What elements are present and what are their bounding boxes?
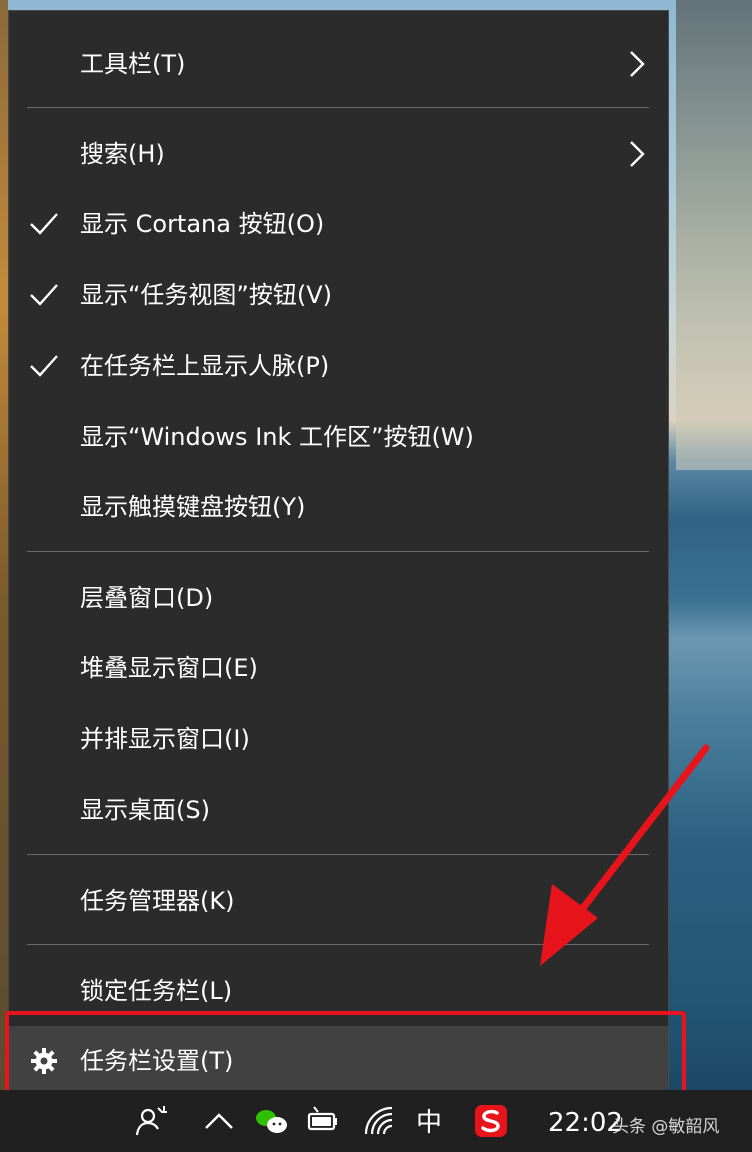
menu-item-side-by-side-windows[interactable]: 并排显示窗口(I) [9, 704, 668, 774]
menu-separator [27, 551, 649, 552]
wechat-icon[interactable] [254, 1104, 288, 1138]
menu-item-toolbars[interactable]: 工具栏(T) [9, 29, 668, 99]
wallpaper-left-edge [0, 0, 8, 1090]
menu-item-stack-windows[interactable]: 堆叠显示窗口(E) [9, 633, 668, 703]
menu-item-label: 堆叠显示窗口(E) [80, 654, 258, 682]
menu-item-label: 在任务栏上显示人脉(P) [80, 352, 330, 380]
checkmark-icon [30, 355, 58, 377]
menu-separator [27, 944, 649, 945]
menu-item-show-windows-ink[interactable]: 显示“Windows Ink 工作区”按钮(W) [9, 402, 668, 472]
menu-item-label: 显示“任务视图”按钮(V) [80, 281, 333, 309]
menu-item-show-task-view[interactable]: 显示“任务视图”按钮(V) [9, 260, 668, 330]
menu-item-task-manager[interactable]: 任务管理器(K) [9, 866, 668, 936]
menu-item-label: 搜索(H) [80, 140, 165, 168]
chevron-up-icon[interactable] [202, 1104, 236, 1138]
menu-item-cascade-windows[interactable]: 层叠窗口(D) [9, 563, 668, 633]
battery-icon[interactable] [306, 1104, 340, 1138]
menu-item-label: 显示“Windows Ink 工作区”按钮(W) [80, 423, 474, 451]
chevron-right-icon [630, 51, 645, 77]
menu-item-label: 显示桌面(S) [80, 796, 210, 824]
taskbar-context-menu: 工具栏(T) 搜索(H) 显示 Cortana 按钮(O) 显示“任务视图”按钮… [8, 10, 669, 1096]
menu-item-show-desktop[interactable]: 显示桌面(S) [9, 775, 668, 845]
chevron-right-icon [630, 141, 645, 167]
menu-item-search[interactable]: 搜索(H) [9, 119, 668, 189]
menu-item-show-cortana[interactable]: 显示 Cortana 按钮(O) [9, 189, 668, 259]
checkmark-icon [30, 213, 58, 235]
menu-separator [27, 107, 649, 108]
menu-separator [27, 854, 649, 855]
menu-item-show-people[interactable]: 在任务栏上显示人脉(P) [9, 331, 668, 401]
menu-item-label: 工具栏(T) [80, 50, 186, 78]
menu-item-label: 并排显示窗口(I) [80, 725, 250, 753]
source-watermark: 头条 @敏韶风 [612, 1117, 720, 1137]
menu-item-show-touch-keyboard[interactable]: 显示触摸键盘按钮(Y) [9, 472, 668, 542]
wifi-icon[interactable] [362, 1104, 396, 1138]
people-icon[interactable] [134, 1104, 168, 1138]
sogou-ime-icon[interactable] [474, 1104, 508, 1138]
ime-mode-indicator[interactable]: 中 [416, 1106, 442, 1140]
menu-item-label: 任务管理器(K) [80, 887, 235, 915]
checkmark-icon [30, 284, 58, 306]
menu-item-label: 显示 Cortana 按钮(O) [80, 210, 325, 238]
wallpaper-rock [676, 0, 752, 470]
menu-item-label: 显示触摸键盘按钮(Y) [80, 493, 306, 521]
menu-item-label: 层叠窗口(D) [80, 584, 214, 612]
